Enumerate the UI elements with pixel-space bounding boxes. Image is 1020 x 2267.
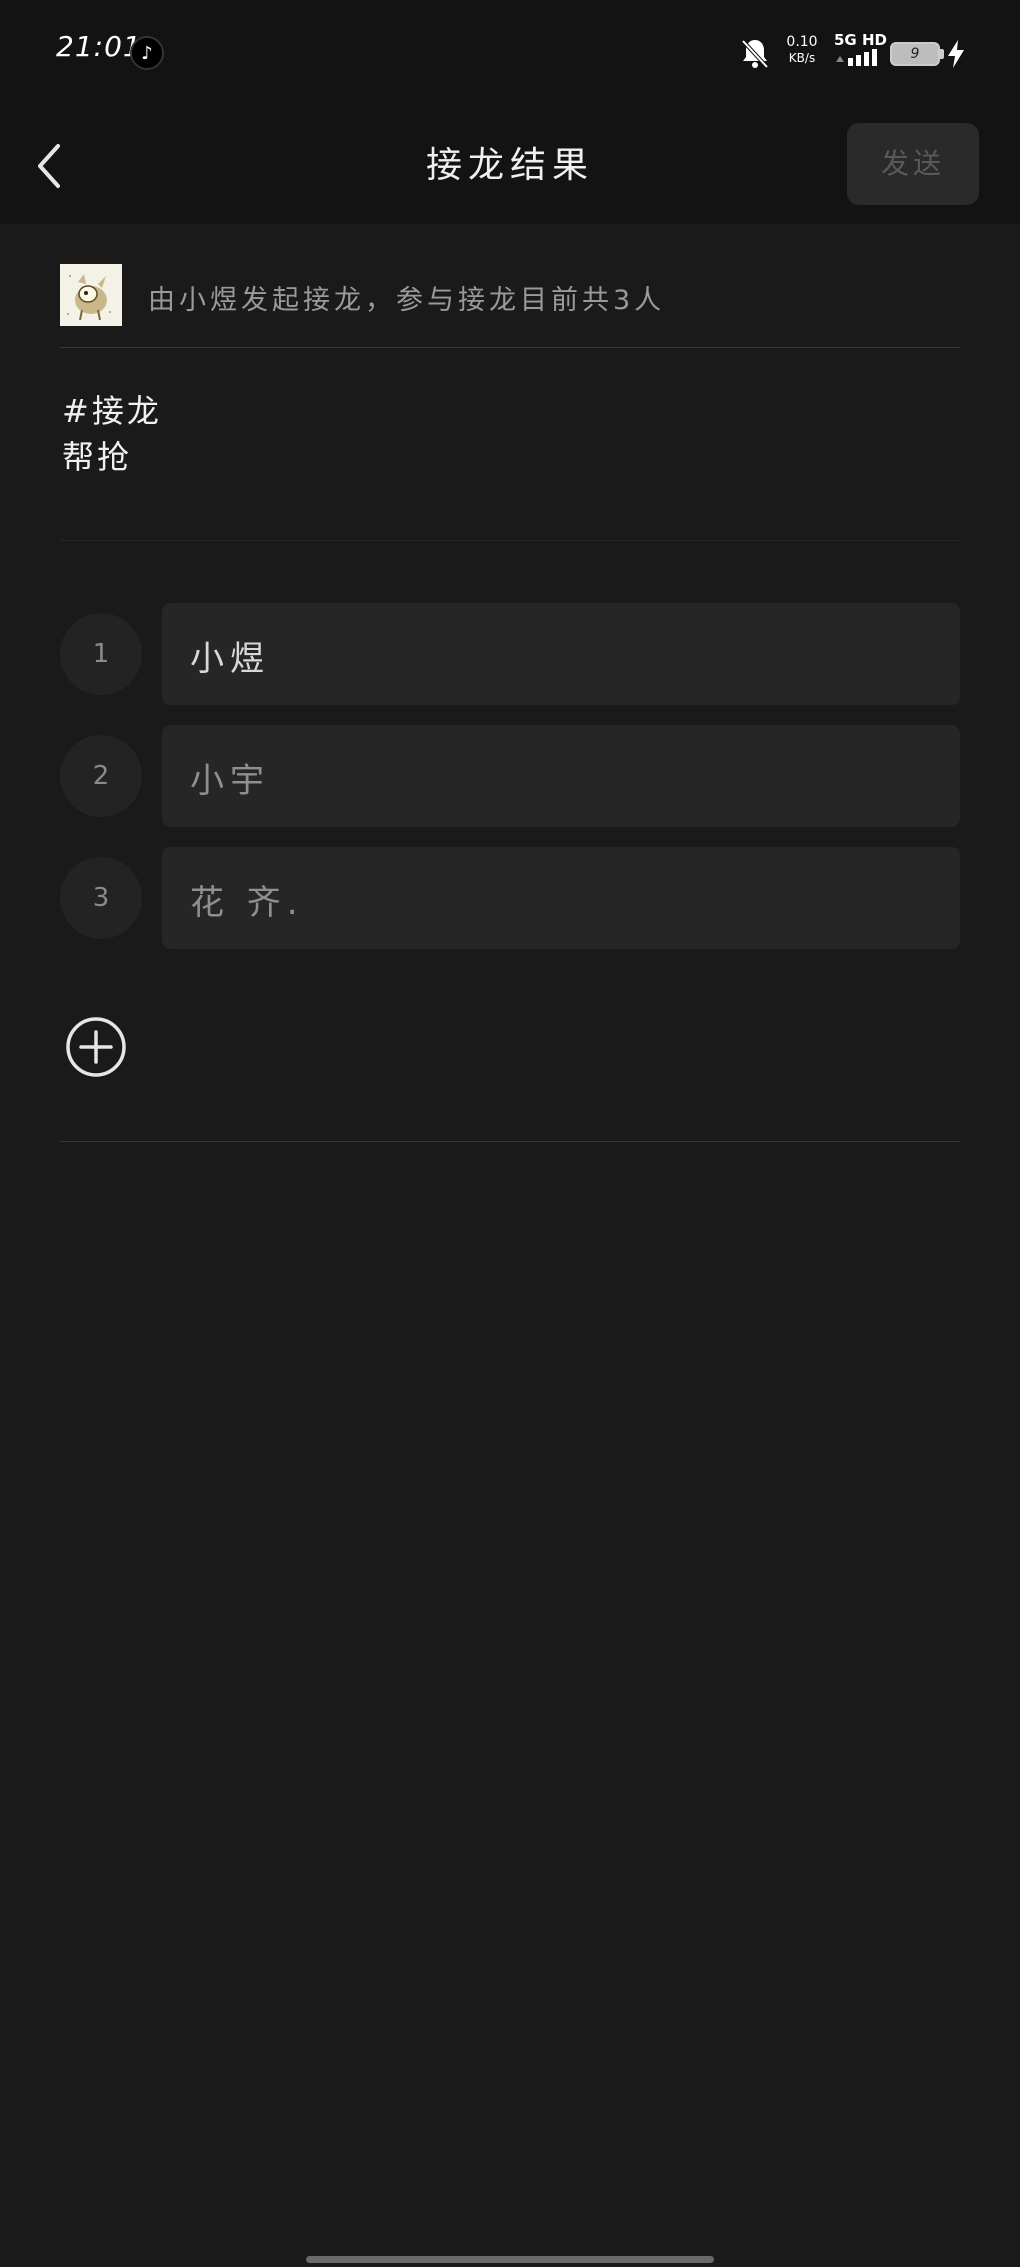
description-line: 帮抢 <box>62 438 133 476</box>
entry-input[interactable]: 小煜 <box>162 603 960 705</box>
send-button[interactable]: 发送 <box>847 123 979 205</box>
home-indicator[interactable] <box>306 2256 714 2263</box>
entry-row: 3 花 齐. <box>60 847 960 949</box>
network-speed-value: 0.10 <box>786 34 818 50</box>
status-bar: 21:01 ♪ 0.10 KB/s 5G HD 9 <box>0 0 1020 108</box>
network-type-label: 5G HD <box>834 31 887 49</box>
bell-off-icon <box>741 39 769 69</box>
entry-index: 2 <box>60 735 142 817</box>
description-line: #接龙 <box>62 392 162 430</box>
entry-index: 3 <box>60 857 142 939</box>
entry-name: 花 齐. <box>190 883 304 923</box>
signal-indicator: 5G HD <box>834 31 887 72</box>
battery-indicator: 9 <box>890 42 940 66</box>
origin-row: 由小煜发起接龙，参与接龙目前共3人 <box>60 264 960 326</box>
entry-input[interactable]: 花 齐. <box>162 847 960 949</box>
network-speed-unit: KB/s <box>788 51 816 65</box>
network-speed: 0.10 KB/s <box>780 34 824 66</box>
entry-input[interactable]: 小宇 <box>162 725 960 827</box>
avatar[interactable] <box>60 264 122 326</box>
entry-name: 小煜 <box>190 639 270 679</box>
battery-tip <box>940 49 944 59</box>
plus-circle-icon[interactable] <box>65 1016 127 1078</box>
bolt-icon <box>948 40 964 68</box>
entry-index: 1 <box>60 613 142 695</box>
signal-bars-icon <box>836 49 877 66</box>
divider <box>60 1141 960 1142</box>
header-bar: 接龙结果 发送 <box>0 108 1020 224</box>
description[interactable]: #接龙 帮抢 <box>62 388 162 480</box>
status-time: 21:01 <box>56 30 142 63</box>
origin-text: 由小煜发起接龙，参与接龙目前共3人 <box>148 285 666 316</box>
divider <box>60 540 960 541</box>
entry-name: 小宇 <box>190 761 270 801</box>
entry-row: 2 小宇 <box>60 725 960 827</box>
tiktok-icon: ♪ <box>130 36 164 70</box>
entry-row: 1 小煜 <box>60 603 960 705</box>
divider <box>60 347 960 348</box>
avatar-image <box>60 264 122 326</box>
